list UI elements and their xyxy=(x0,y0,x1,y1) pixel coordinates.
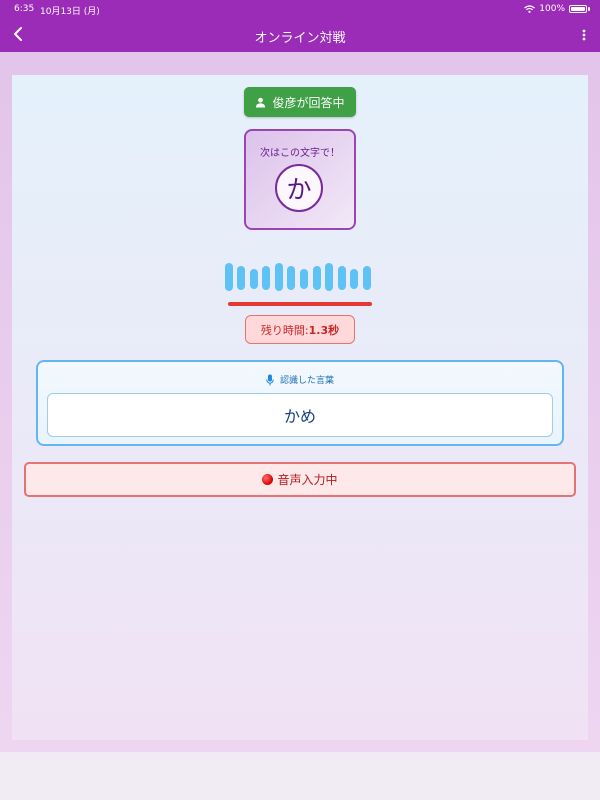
wave-bar xyxy=(275,263,283,291)
microphone-icon xyxy=(266,374,274,385)
wave-bar xyxy=(225,263,233,291)
voice-input-label: 音声入力中 xyxy=(277,473,338,487)
wave-bar xyxy=(287,266,295,290)
battery-icon xyxy=(569,5,587,13)
page-title: オンライン対戦 xyxy=(254,31,346,46)
remaining-time-badge: 残り時間: 1.3秒 xyxy=(245,315,355,344)
bottom-strip xyxy=(0,752,600,800)
recognized-word-header: 認識した言葉 xyxy=(38,373,562,386)
recognized-word-card: 認識した言葉 かめ xyxy=(36,360,564,446)
battery-cap xyxy=(588,7,590,11)
wave-bar xyxy=(338,266,346,290)
wave-bar xyxy=(325,263,333,291)
wave-bar xyxy=(313,266,321,290)
wave-bar xyxy=(300,269,308,289)
audio-waveform xyxy=(225,263,371,291)
wave-bar xyxy=(363,266,371,290)
remaining-time-label: 残り時間: xyxy=(260,323,309,337)
status-indicators: 100% xyxy=(524,4,590,14)
more-menu-button[interactable] xyxy=(576,26,592,44)
next-char-label: 次はこの文字で！ xyxy=(260,148,340,159)
answering-label: 俊彦が回答中 xyxy=(272,95,345,110)
wave-bar xyxy=(250,269,258,289)
next-char-card: 次はこの文字で！ か xyxy=(244,129,356,230)
answering-player-badge: 俊彦が回答中 xyxy=(244,87,356,117)
recognized-word: かめ xyxy=(47,393,553,437)
next-char: か xyxy=(275,164,323,212)
wifi-icon xyxy=(524,5,536,13)
voice-input-status: 音声入力中 xyxy=(24,462,576,497)
status-time: 6:35 xyxy=(14,4,35,14)
wave-bar xyxy=(237,266,245,290)
status-date: 10月13日 (月) xyxy=(40,7,100,17)
recording-level-line xyxy=(228,302,372,306)
more-vertical-icon xyxy=(582,29,586,41)
record-dot-icon xyxy=(262,474,274,485)
wave-bar xyxy=(350,269,358,289)
remaining-time-value: 1.3秒 xyxy=(308,323,340,337)
app-bar: 6:35 10月13日 (月) 100% オンライン対戦 xyxy=(0,0,600,52)
recognized-word-title: 認識した言葉 xyxy=(279,376,334,386)
battery-percent: 100% xyxy=(539,4,565,14)
wave-bar xyxy=(262,266,270,290)
person-icon xyxy=(256,97,266,108)
